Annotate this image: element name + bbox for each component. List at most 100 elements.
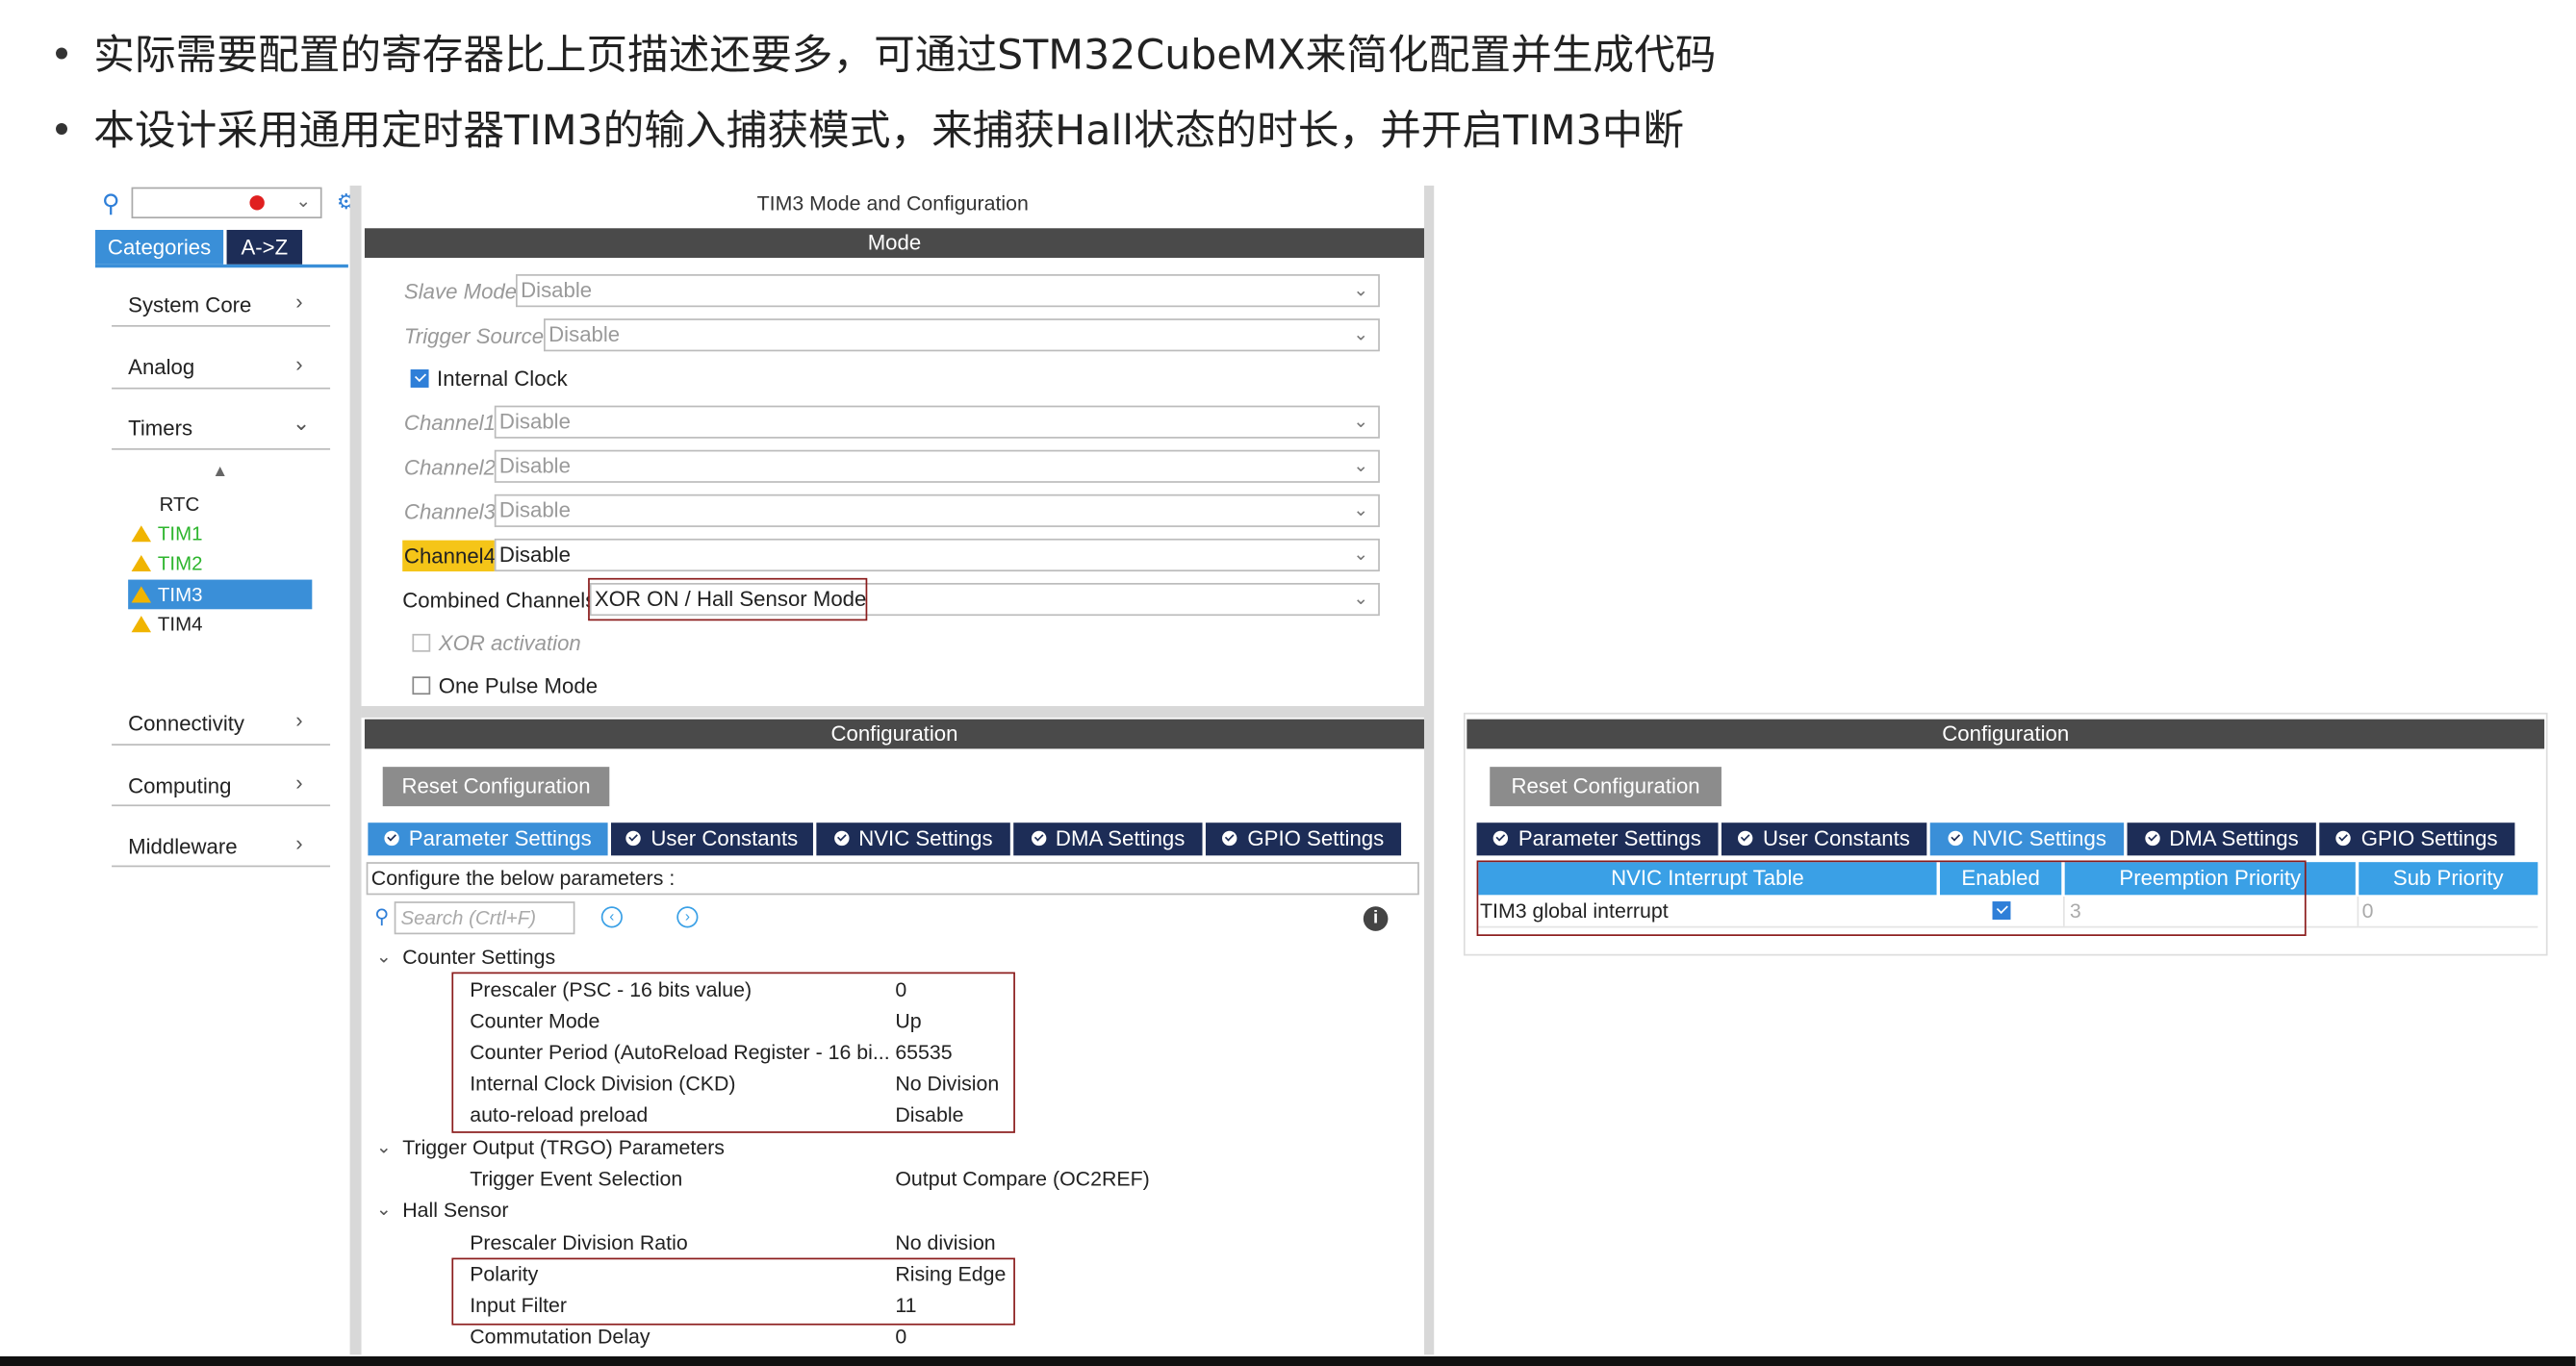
divider	[112, 804, 331, 807]
sidebar-item-timers[interactable]: Timers	[128, 416, 192, 441]
bullet-1: 实际需要配置的寄存器比上页描述还要多，可通过STM32CubeMX来简化配置并生…	[56, 23, 1716, 82]
sidebar-item-system-core[interactable]: System Core	[128, 292, 251, 317]
mode-header: Mode	[364, 228, 1424, 258]
param-value[interactable]: 0	[895, 1326, 906, 1349]
chevron-right-icon: ›	[295, 830, 303, 856]
check-icon	[1493, 830, 1509, 847]
splitter[interactable]	[349, 185, 362, 1355]
one-pulse-checkbox[interactable]	[412, 676, 431, 696]
tab-dma-settings[interactable]: DMA Settings	[1013, 822, 1203, 856]
tab-gpio-settings[interactable]: GPIO Settings	[1205, 822, 1402, 856]
sort-icon[interactable]: ▲	[212, 463, 228, 481]
xor-activation-checkbox[interactable]	[412, 633, 431, 652]
previous-icon[interactable]: ‹	[600, 906, 623, 928]
channel2-select[interactable]: Disable ⌄	[494, 449, 1380, 483]
slave-mode-label: Slave Mode	[403, 279, 518, 304]
search-icon[interactable]: ⚲	[102, 189, 120, 218]
sidebar-item-computing[interactable]: Computing	[128, 773, 231, 798]
check-icon	[1738, 830, 1753, 847]
check-icon	[1947, 830, 1963, 847]
internal-clock-label: Internal Clock	[437, 366, 568, 392]
sub-priority-value[interactable]: 0	[2362, 899, 2374, 923]
hall-sensor-header[interactable]: Hall Sensor	[402, 1199, 508, 1222]
tree-item-tim2[interactable]: TIM2	[131, 552, 203, 574]
tab-parameter-settings[interactable]: Parameter Settings	[1476, 822, 1719, 856]
search-icon: ⚲	[374, 904, 390, 928]
tree-item-rtc[interactable]: RTC	[160, 493, 200, 516]
combined-channels-label: Combined Channels	[402, 588, 597, 613]
channel3-label: Channel3	[403, 498, 496, 524]
sidebar-item-analog[interactable]: Analog	[128, 355, 194, 380]
highlight-box	[588, 577, 868, 621]
channel3-select[interactable]: Disable ⌄	[494, 493, 1380, 527]
tab-user-constants[interactable]: User Constants	[611, 822, 813, 856]
tree-item-tim1[interactable]: TIM1	[131, 522, 203, 545]
xor-activation-label: XOR activation	[438, 630, 581, 656]
tab-a-z[interactable]: A->Z	[226, 229, 303, 265]
highlight-box	[1476, 860, 2307, 936]
check-icon	[2336, 830, 2352, 847]
chevron-down-icon: ⌄	[1353, 456, 1368, 477]
warning-icon	[131, 554, 152, 572]
chevron-down-icon[interactable]: ⌄	[376, 946, 392, 967]
trgo-header[interactable]: Trigger Output (TRGO) Parameters	[402, 1136, 725, 1159]
chevron-down-icon[interactable]: ⌄	[376, 1136, 392, 1157]
column-divider	[2357, 897, 2359, 926]
param-value[interactable]: No division	[895, 1231, 995, 1254]
splitter[interactable]	[1423, 185, 1435, 1355]
reset-configuration-button[interactable]: Reset Configuration	[382, 767, 610, 807]
check-icon	[1031, 830, 1046, 847]
counter-settings-header[interactable]: Counter Settings	[402, 946, 555, 969]
search-combo[interactable]	[131, 187, 322, 219]
warning-icon	[131, 586, 152, 603]
chevron-right-icon: ›	[295, 770, 303, 796]
reset-configuration-button[interactable]: Reset Configuration	[1490, 767, 1722, 807]
tab-parameter-settings[interactable]: Parameter Settings	[368, 822, 608, 856]
chevron-right-icon: ›	[295, 707, 303, 733]
configuration-header: Configuration	[1467, 719, 2545, 749]
tab-dma-settings[interactable]: DMA Settings	[2127, 822, 2316, 856]
chevron-down-icon: ⌄	[1353, 544, 1368, 566]
chevron-down-icon[interactable]: ⌄	[295, 190, 311, 212]
channel4-select[interactable]: Disable ⌄	[494, 538, 1380, 572]
divider	[112, 865, 331, 868]
param-value[interactable]: Output Compare (OC2REF)	[895, 1168, 1149, 1191]
sidebar-item-middleware[interactable]: Middleware	[128, 834, 237, 859]
tab-categories[interactable]: Categories	[95, 229, 224, 265]
trigger-source-label: Trigger Source	[403, 323, 545, 348]
check-icon	[1222, 830, 1238, 847]
chevron-down-icon: ⌄	[1353, 412, 1368, 432]
chevron-down-icon: ⌄	[292, 410, 311, 436]
divider	[112, 387, 331, 390]
info-icon[interactable]: i	[1363, 906, 1389, 931]
channel1-select[interactable]: Disable ⌄	[494, 405, 1380, 439]
internal-clock-checkbox[interactable]	[410, 369, 429, 388]
tab-gpio-settings[interactable]: GPIO Settings	[2319, 822, 2515, 856]
column-header[interactable]: Sub Priority	[2359, 862, 2538, 896]
param-name: Commutation Delay	[470, 1325, 650, 1349]
chevron-down-icon[interactable]: ⌄	[376, 1199, 392, 1220]
sidebar-item-connectivity[interactable]: Connectivity	[128, 711, 244, 736]
chevron-right-icon: ›	[295, 289, 303, 315]
divider	[112, 324, 331, 327]
splitter[interactable]	[361, 706, 1424, 718]
tree-item-tim3[interactable]: TIM3	[131, 583, 203, 606]
chevron-down-icon: ⌄	[1353, 324, 1368, 345]
check-icon	[384, 830, 399, 847]
tab-nvic-settings[interactable]: NVIC Settings	[1929, 822, 2125, 856]
divider	[112, 448, 331, 450]
parameter-search-input[interactable]: Search (Crtl+F)	[394, 901, 575, 935]
bottom-edge	[0, 1355, 2576, 1366]
chevron-down-icon: ⌄	[1353, 500, 1368, 521]
check-icon	[833, 830, 849, 847]
tree-item-tim4[interactable]: TIM4	[131, 613, 203, 636]
slave-mode-select[interactable]: Disable ⌄	[515, 274, 1380, 308]
tab-nvic-settings[interactable]: NVIC Settings	[816, 822, 1010, 856]
panel-title: TIM3 Mode and Configuration	[756, 191, 1029, 215]
next-icon[interactable]: ›	[676, 906, 699, 928]
check-icon	[625, 830, 642, 847]
trigger-source-select[interactable]: Disable ⌄	[544, 318, 1380, 352]
tab-user-constants[interactable]: User Constants	[1721, 822, 1927, 856]
clear-icon[interactable]	[249, 195, 265, 211]
param-name: Prescaler Division Ratio	[470, 1231, 688, 1255]
